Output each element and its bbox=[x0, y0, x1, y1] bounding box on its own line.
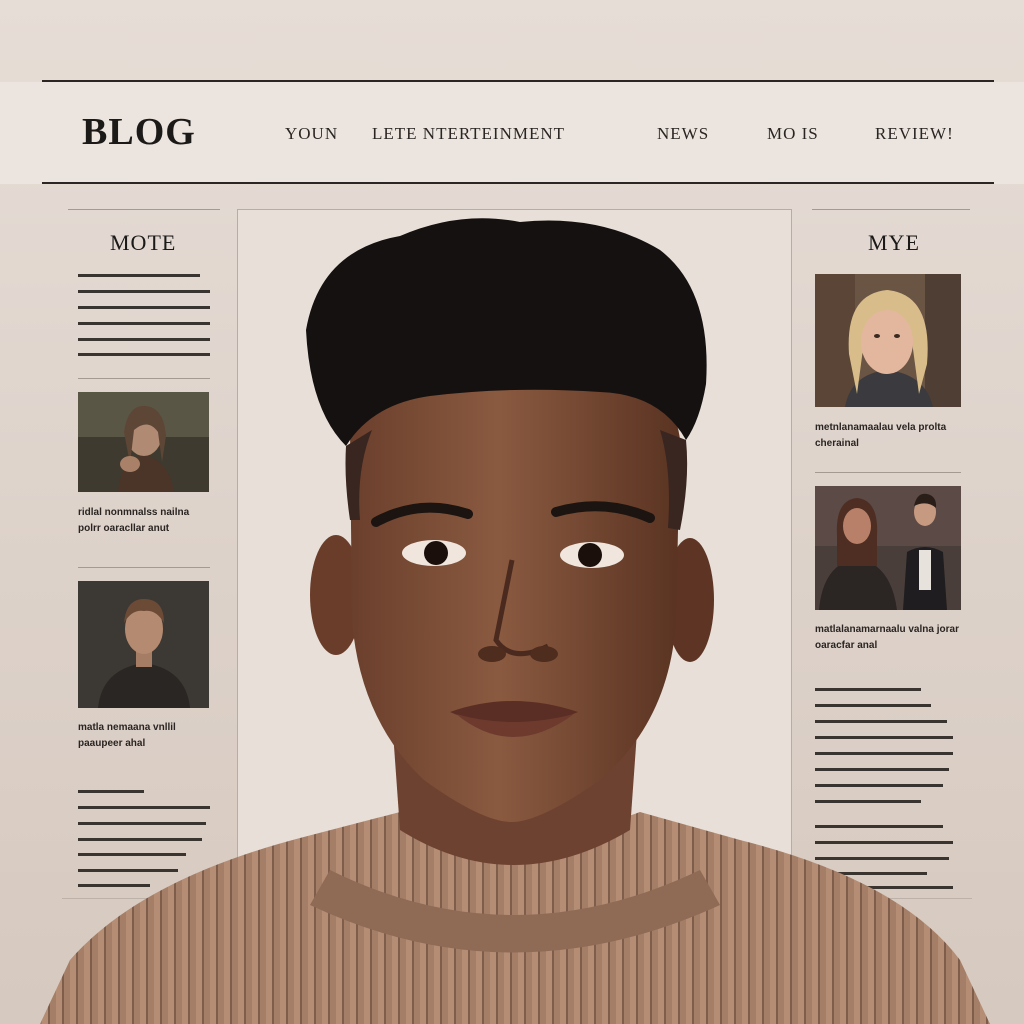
portrait-photo-icon bbox=[40, 218, 990, 1024]
